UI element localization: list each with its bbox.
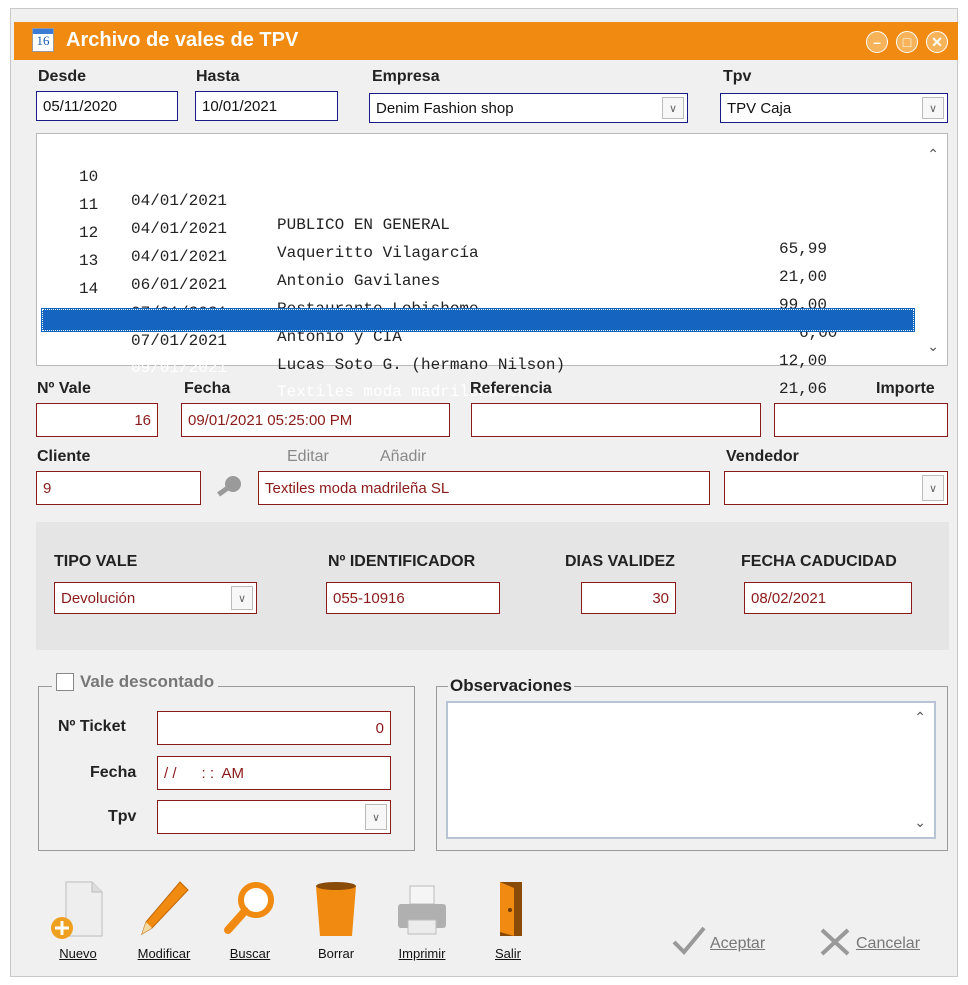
dias-validez-label: DIAS VALIDEZ — [565, 553, 675, 570]
descontado-legend: Vale descontado — [52, 672, 219, 692]
magnifier-icon — [210, 878, 290, 940]
modificar-button[interactable]: Modificar — [124, 878, 204, 961]
search-key-icon[interactable] — [214, 474, 244, 502]
tpv-value: TPV Caja — [727, 99, 792, 117]
hasta-label: Hasta — [196, 68, 240, 85]
desde-field[interactable]: 05/11/2020 — [36, 91, 178, 121]
anadir-link[interactable]: Añadir — [380, 448, 426, 466]
salir-label: Salir — [494, 946, 521, 961]
exit-door-icon — [468, 878, 548, 940]
borrar-button[interactable]: Borrar — [296, 878, 376, 961]
cross-icon — [818, 926, 852, 961]
imprimir-button[interactable]: Imprimir — [382, 878, 462, 961]
list-item[interactable]: 11 04/01/2021 Vaqueritto Vilagarcía 21,0… — [41, 169, 915, 286]
tpv-ticket-select[interactable]: ∨ — [157, 800, 391, 834]
cliente-name-field[interactable]: Textiles moda madrileña SL — [258, 471, 710, 505]
salir-button[interactable]: Salir — [468, 878, 548, 961]
list-item[interactable]: 12 04/01/2021 Antonio Gavilanes 99,00 — [41, 197, 915, 314]
tpv-label: Tpv — [723, 68, 752, 85]
pencil-icon — [124, 878, 204, 940]
vendedor-label: Vendedor — [726, 448, 799, 465]
identificador-label: Nº IDENTIFICADOR — [328, 553, 476, 570]
importe-label: Importe — [876, 380, 935, 397]
editar-link[interactable]: Editar — [287, 448, 329, 466]
fecha-caducidad-field[interactable]: 08/02/2021 — [744, 582, 912, 614]
maximize-button[interactable]: □ — [896, 31, 918, 53]
chevron-down-icon[interactable]: ∨ — [922, 475, 944, 501]
dias-validez-field[interactable]: 30 — [581, 582, 676, 614]
tipo-vale-select[interactable]: Devolución ∨ — [54, 582, 257, 614]
referencia-field[interactable] — [471, 403, 761, 437]
cancelar-button[interactable]: Cancelar — [818, 926, 920, 961]
borrar-label: Borrar — [317, 946, 355, 961]
minimize-button[interactable]: – — [866, 31, 888, 53]
window-title: Archivo de vales de TPV — [66, 29, 299, 51]
nuevo-label: Nuevo — [59, 946, 97, 961]
desde-label: Desde — [38, 68, 87, 85]
nuevo-button[interactable]: Nuevo — [38, 878, 118, 961]
ticket-label: Nº Ticket — [58, 718, 126, 735]
fecha-ticket-field[interactable]: / / : : AM — [157, 756, 391, 790]
referencia-label: Referencia — [470, 380, 552, 397]
app-calendar-icon: 16 — [32, 28, 54, 52]
fecha-field[interactable]: 09/01/2021 05:25:00 PM — [181, 403, 450, 437]
empresa-label: Empresa — [372, 68, 440, 85]
tpv-select[interactable]: TPV Caja ∨ — [720, 93, 948, 123]
fecha-caducidad-label: FECHA CADUCIDAD — [741, 553, 897, 570]
nvale-field[interactable]: 16 — [36, 403, 158, 437]
close-button[interactable]: ✕ — [926, 31, 948, 53]
list-item[interactable]: 13 06/01/2021 Restaurante Lobishome 6,00 — [41, 225, 915, 342]
vendedor-select[interactable]: ∨ — [724, 471, 948, 505]
imprimir-label: Imprimir — [398, 946, 446, 961]
fecha-label: Fecha — [184, 380, 231, 397]
observaciones-textarea[interactable]: ⌃ ⌄ — [446, 701, 936, 839]
buscar-label: Buscar — [229, 946, 271, 961]
trash-bin-icon — [296, 878, 376, 940]
modificar-label: Modificar — [137, 946, 191, 961]
vale-descontado-checkbox[interactable] — [56, 673, 74, 691]
cliente-label: Cliente — [37, 448, 91, 465]
fecha-ticket-label: Fecha — [90, 764, 137, 781]
buscar-button[interactable]: Buscar — [210, 878, 290, 961]
list-item-selected[interactable]: 16 09/01/2021 Textiles moda madrileña SL — [41, 308, 915, 401]
observaciones-label: Observaciones — [448, 676, 574, 696]
row-amount: 12,00 — [779, 352, 828, 370]
new-document-icon — [38, 878, 118, 940]
row-name: Lucas Soto G. (hermano Nilson) — [277, 356, 566, 374]
vales-list[interactable]: 10 04/01/2021 PUBLICO EN GENERAL 65,99 1… — [36, 133, 948, 401]
check-icon — [672, 926, 706, 961]
scroll-down-icon[interactable]: ⌄ — [927, 338, 939, 355]
empresa-value: Denim Fashion shop — [376, 99, 514, 117]
chevron-down-icon[interactable]: ∨ — [365, 804, 387, 830]
printer-icon — [382, 878, 462, 940]
row-number: 16 — [79, 335, 99, 353]
row-amount: 21,06 — [779, 380, 828, 398]
chevron-down-icon[interactable]: ∨ — [231, 586, 253, 610]
nvale-label: Nº Vale — [37, 380, 91, 397]
hasta-field[interactable]: 10/01/2021 — [195, 91, 338, 121]
ticket-field[interactable]: 0 — [157, 711, 391, 745]
scroll-down-icon[interactable]: ⌄ — [914, 814, 926, 831]
title-bar: 16 Archivo de vales de TPV – □ ✕ — [14, 22, 958, 60]
cliente-field[interactable]: 9 — [36, 471, 201, 505]
tpv-ticket-label: Tpv — [108, 808, 137, 825]
scroll-up-icon[interactable]: ⌃ — [927, 146, 939, 163]
list-item[interactable]: 10 04/01/2021 PUBLICO EN GENERAL 65,99 — [41, 141, 915, 258]
importe-field[interactable] — [774, 403, 948, 437]
vale-descontado-label: Vale descontado — [80, 672, 215, 691]
empresa-select[interactable]: Denim Fashion shop ∨ — [369, 93, 688, 123]
row-date: 07/01/2021 — [131, 332, 228, 350]
aceptar-button[interactable]: Aceptar — [672, 926, 765, 961]
list-item[interactable]: 14 07/01/2021 Antonio y CIA 12,00 — [41, 253, 915, 370]
chevron-down-icon[interactable]: ∨ — [662, 97, 684, 119]
list-item[interactable]: 15 07/01/2021 Lucas Soto G. (hermano Nil… — [41, 281, 915, 398]
aceptar-label: Aceptar — [710, 934, 766, 952]
identificador-field[interactable]: 055-10916 — [326, 582, 500, 614]
chevron-down-icon[interactable]: ∨ — [922, 97, 944, 119]
cancelar-label: Cancelar — [856, 934, 921, 952]
scroll-up-icon[interactable]: ⌃ — [914, 709, 926, 726]
tipo-vale-value: Devolución — [61, 589, 136, 607]
tipo-vale-label: TIPO VALE — [54, 553, 138, 570]
row-date: 09/01/2021 — [131, 359, 228, 377]
